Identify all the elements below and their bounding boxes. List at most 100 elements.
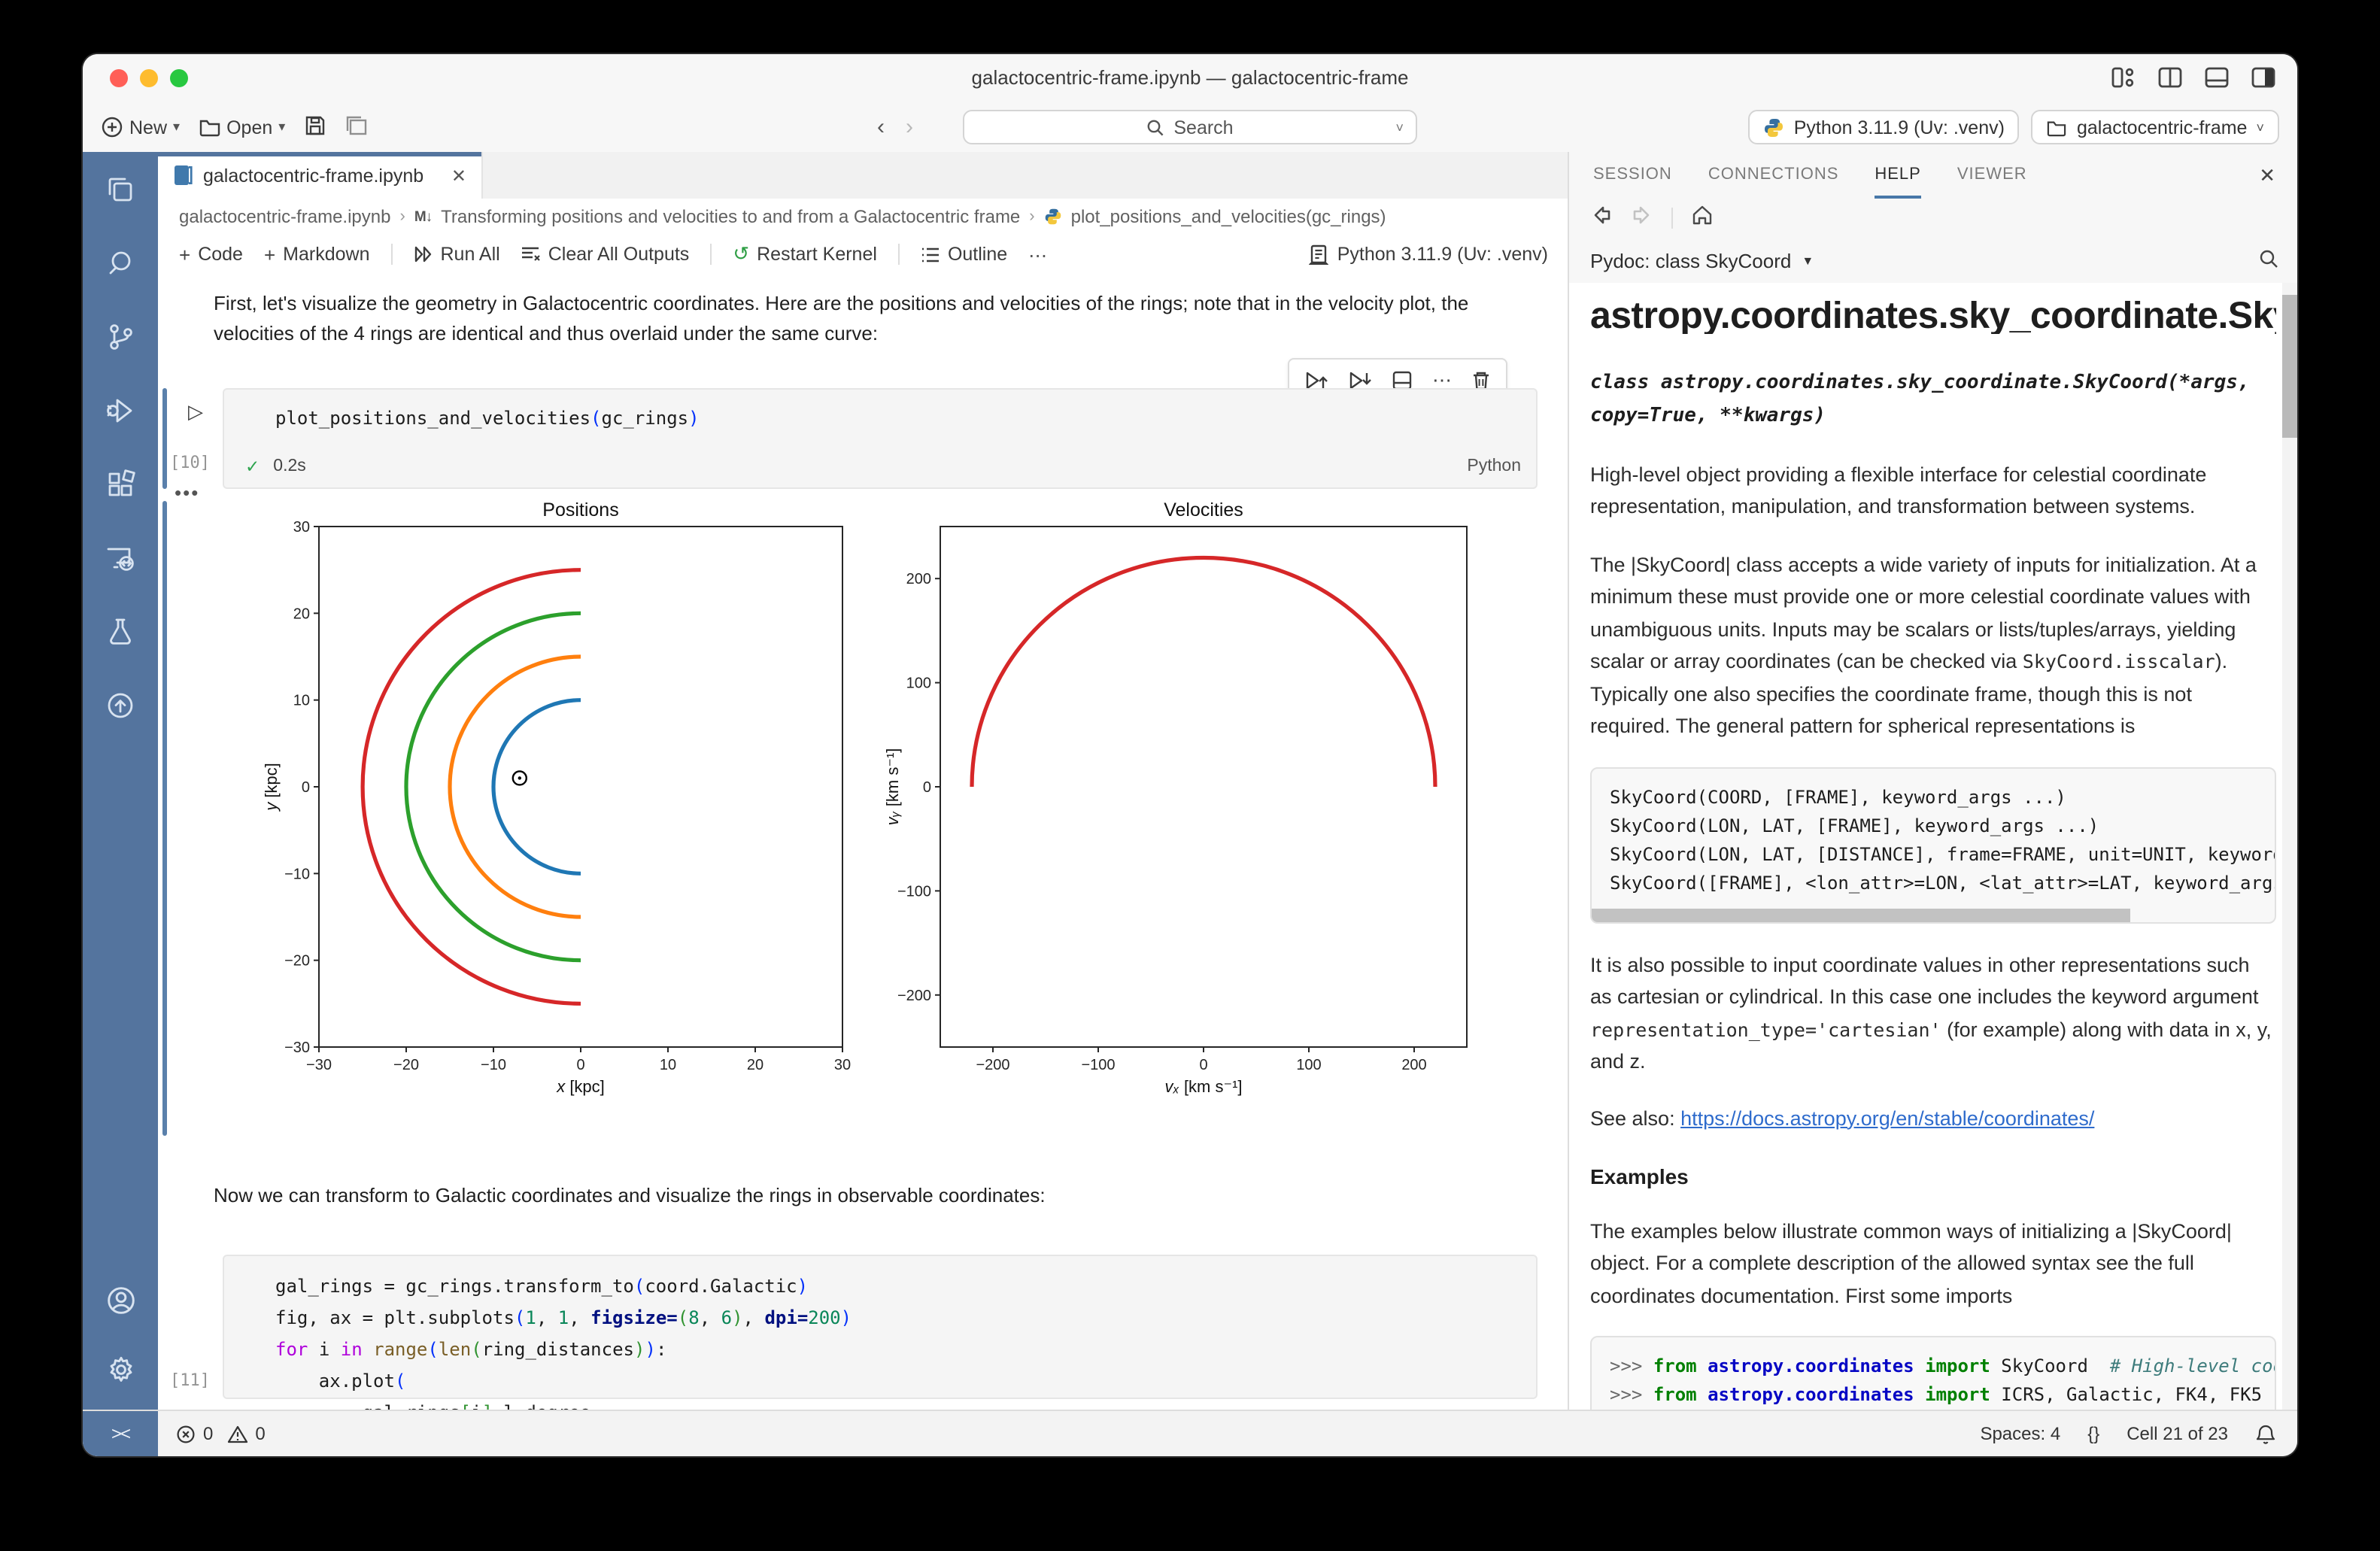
code-cell-source[interactable]: plot_positions_and_velocities(gc_rings) — [275, 403, 1521, 435]
svg-text:30: 30 — [834, 1057, 851, 1073]
run-all-icon — [414, 245, 433, 263]
code-cell[interactable]: gal_rings = gc_rings.transform_to(coord.… — [223, 1255, 1538, 1399]
scrollbar-thumb[interactable] — [2282, 295, 2297, 438]
outline-button[interactable]: Outline — [921, 244, 1007, 265]
testing-icon[interactable] — [102, 614, 138, 650]
layout-customize-icon[interactable] — [2111, 65, 2136, 90]
tab-connections[interactable]: CONNECTIONS — [1708, 152, 1839, 199]
help-code-block[interactable]: SkyCoord(COORD, [FRAME], keyword_args ..… — [1590, 766, 2276, 923]
docs-link[interactable]: https://docs.astropy.org/en/stable/coord… — [1680, 1106, 2094, 1129]
help-home-icon[interactable] — [1691, 204, 1714, 232]
search-dropdown-chevron-icon[interactable]: ˅ — [1395, 120, 1404, 135]
split-vertical-icon[interactable] — [2157, 65, 2183, 90]
secondary-sidebar-icon[interactable] — [2251, 65, 2276, 90]
run-below-icon[interactable] — [1348, 369, 1372, 390]
cell-more-actions-icon[interactable]: ⋯ — [1432, 372, 1452, 387]
indent-status[interactable]: Spaces: 4 — [1980, 1423, 2060, 1444]
tab-notebook[interactable]: galactocentric-frame.ipynb ✕ — [158, 152, 483, 199]
run-above-icon[interactable] — [1304, 369, 1328, 390]
panel-bottom-icon[interactable] — [2204, 65, 2230, 90]
interpreter-label: Python 3.11.9 (Uv: .venv) — [1794, 117, 2005, 138]
publish-icon[interactable] — [102, 687, 138, 724]
workspace-label: galactocentric-frame — [2077, 117, 2248, 138]
app-window: galactocentric-frame.ipynb — galactocent… — [83, 54, 2297, 1456]
notebook-scroll-area[interactable]: First, let's visualize the geometry in G… — [158, 274, 1569, 1411]
more-actions-button[interactable]: ⋯ — [1028, 243, 1047, 266]
remote-indicator[interactable]: >< — [83, 1411, 158, 1456]
y-axis-label: y [kpc] — [262, 763, 281, 812]
save-icon[interactable] — [303, 114, 326, 141]
cell-language[interactable]: Python — [1467, 457, 1521, 475]
open-button[interactable]: Open▾ — [198, 117, 285, 138]
svg-text:30: 30 — [293, 519, 310, 536]
new-button[interactable]: New▾ — [101, 116, 180, 138]
add-code-cell-button[interactable]: +Code — [179, 243, 243, 266]
class-signature: class astropy.coordinates.sky_coordinate… — [1590, 366, 2276, 433]
source-control-icon[interactable] — [102, 319, 138, 355]
new-label: New — [129, 117, 167, 138]
execution-count: [10] — [170, 453, 221, 472]
history-forward-icon[interactable]: › — [906, 114, 913, 140]
cell-duration: 0.2s — [273, 457, 306, 475]
help-topic-label: Pydoc: class SkyCoord — [1590, 249, 1791, 272]
code-cell[interactable]: plot_positions_and_velocities(gc_rings) … — [223, 388, 1538, 489]
tab-help[interactable]: HELP — [1875, 152, 1921, 199]
vertical-scrollbar[interactable] — [2282, 283, 2297, 1411]
horizontal-scrollbar[interactable] — [1592, 908, 2130, 921]
interpreter-selector[interactable]: Python 3.11.9 (Uv: .venv) — [1749, 110, 2020, 144]
extensions-icon[interactable] — [102, 466, 138, 502]
help-paragraph: The |SkyCoord| class accepts a wide vari… — [1590, 548, 2276, 742]
workspace-selector[interactable]: galactocentric-frame˅ — [2032, 110, 2279, 144]
help-content[interactable]: astropy.coordinates.sky_coordinate.SkyCo… — [1569, 283, 2282, 1411]
success-check-icon: ✓ — [245, 456, 260, 477]
panel-close-icon[interactable]: ✕ — [2259, 163, 2276, 187]
help-doc-title: astropy.coordinates.sky_coordinate.SkyCo… — [1590, 301, 2276, 333]
help-topic-dropdown[interactable]: Pydoc: class SkyCoord ▼ — [1569, 238, 2297, 284]
help-search-icon[interactable] — [2258, 247, 2279, 273]
run-all-button[interactable]: Run All — [414, 244, 500, 265]
notifications-bell-icon[interactable] — [2255, 1422, 2276, 1445]
clear-all-outputs-button[interactable]: Clear All Outputs — [521, 244, 690, 265]
global-search-input[interactable]: Search ˅ — [963, 110, 1417, 144]
code-cell-source[interactable]: gal_rings = gc_rings.transform_to(coord.… — [275, 1271, 1521, 1411]
history-back-icon[interactable]: ‹ — [877, 114, 885, 140]
split-cell-icon[interactable] — [1392, 369, 1413, 390]
cell-position-status[interactable]: Cell 21 of 23 — [2127, 1423, 2228, 1444]
svg-text:200: 200 — [1401, 1057, 1426, 1073]
python-logo-icon — [1764, 117, 1785, 138]
explorer-icon[interactable] — [102, 171, 138, 208]
svg-text:100: 100 — [906, 675, 931, 692]
help-back-icon[interactable] — [1590, 204, 1613, 232]
svg-text:−200: −200 — [976, 1057, 1009, 1073]
settings-gear-icon[interactable] — [102, 1351, 138, 1387]
y-axis-label: vᵧ [km s⁻¹] — [883, 748, 902, 826]
svg-text:0: 0 — [576, 1057, 584, 1073]
help-forward-icon[interactable] — [1631, 204, 1653, 232]
add-markdown-cell-button[interactable]: +Markdown — [264, 243, 370, 266]
delete-cell-icon[interactable] — [1471, 369, 1491, 390]
search-sidebar-icon[interactable] — [102, 245, 138, 281]
run-and-debug-icon[interactable] — [102, 393, 138, 429]
breadcrumb-function[interactable]: plot_positions_and_velocities(gc_rings) — [1071, 206, 1386, 227]
language-braces-status[interactable]: {} — [2087, 1423, 2099, 1444]
help-code-block[interactable]: >>> from astropy.coordinates import SkyC… — [1590, 1336, 2276, 1411]
see-also: See also: https://docs.astropy.org/en/st… — [1590, 1102, 2276, 1134]
breadcrumb-file[interactable]: galactocentric-frame.ipynb — [179, 206, 390, 227]
kernel-status[interactable]: Python 3.11.9 (Uv: .venv) — [1309, 244, 1548, 265]
tab-viewer[interactable]: VIEWER — [1957, 152, 2027, 199]
outline-icon — [921, 246, 940, 263]
problems-status[interactable]: 0 0 — [176, 1411, 266, 1456]
remote-explorer-icon[interactable] — [102, 540, 138, 576]
svg-text:20: 20 — [747, 1057, 763, 1073]
examples-heading: Examples — [1590, 1161, 2276, 1194]
tab-close-icon[interactable]: ✕ — [451, 165, 466, 186]
output-collapse-dots[interactable]: ••• — [175, 481, 199, 504]
tab-session[interactable]: SESSION — [1593, 152, 1672, 199]
run-cell-button[interactable]: ▷ — [188, 400, 203, 424]
account-icon[interactable] — [102, 1282, 138, 1318]
breadcrumb-section[interactable]: Transforming positions and velocities to… — [441, 206, 1020, 227]
restart-kernel-button[interactable]: ↺ Restart Kernel — [733, 242, 877, 266]
breadcrumb: galactocentric-frame.ipynb › M↓ Transfor… — [158, 199, 1569, 235]
secondary-panel: SESSION CONNECTIONS HELP VIEWER ✕ Pydoc:… — [1568, 152, 2297, 1411]
save-all-icon[interactable] — [344, 114, 368, 141]
